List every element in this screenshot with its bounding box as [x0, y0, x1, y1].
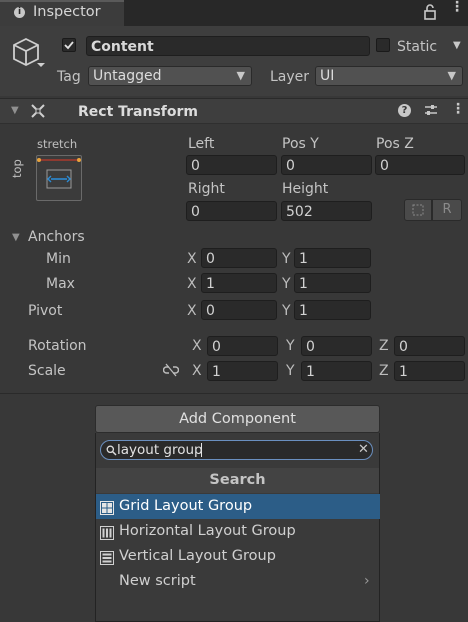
list-item-label: Horizontal Layout Group [119, 523, 296, 539]
foldout-arrow-icon[interactable]: ▼ [11, 105, 19, 116]
pivot-y-label: Y [282, 303, 291, 319]
component-menu-icon[interactable]: ⋮ [451, 101, 465, 117]
layer-label: Layer [270, 69, 310, 85]
horizontal-layout-icon [100, 524, 114, 540]
pos-y-field[interactable]: 0 [281, 155, 372, 175]
static-checkbox[interactable] [376, 38, 390, 52]
left-field[interactable]: 0 [186, 155, 277, 175]
rotation-x-field[interactable]: 0 [207, 336, 278, 356]
chevron-down-icon: ▼ [447, 69, 456, 82]
rotation-z-field[interactable]: 0 [394, 336, 465, 356]
scale-x-field[interactable]: 1 [207, 361, 278, 381]
height-field[interactable]: 502 [281, 201, 372, 221]
presets-icon[interactable] [424, 103, 438, 121]
kebab-menu-icon[interactable]: ⋮ [450, 0, 464, 14]
chevron-down-icon: ▼ [236, 69, 245, 82]
search-icon [106, 444, 117, 460]
list-item-vertical-layout-group[interactable]: Vertical Layout Group [96, 544, 380, 569]
vertical-layout-icon [100, 549, 114, 565]
height-label: Height [282, 181, 329, 197]
component-title: Rect Transform [78, 104, 199, 120]
scale-label: Scale [28, 363, 66, 379]
scale-y-field[interactable]: 1 [301, 361, 372, 381]
left-label: Left [188, 136, 215, 152]
anchors-max-x-field[interactable]: 1 [201, 273, 277, 293]
list-item-label: Vertical Layout Group [119, 548, 276, 564]
info-icon: i [14, 7, 25, 18]
anchors-min-y-label: Y [282, 251, 291, 267]
right-label: Right [188, 181, 225, 197]
search-text: layout group [117, 442, 203, 458]
list-item-new-script[interactable]: New script › [96, 569, 380, 594]
rotation-label: Rotation [28, 338, 87, 354]
inspector-tab[interactable]: i Inspector [0, 0, 124, 26]
anchor-preset-v-label: top [10, 159, 24, 178]
add-component-button[interactable]: Add Component [95, 405, 380, 433]
layer-value: UI [320, 68, 335, 84]
scale-x-label: X [192, 363, 202, 379]
anchors-min-x-field[interactable]: 0 [201, 248, 277, 268]
list-item-label: New script [119, 573, 196, 589]
pivot-y-field[interactable]: 1 [294, 300, 371, 320]
rotation-z-label: Z [379, 338, 389, 354]
scale-z-label: Z [379, 363, 389, 379]
rotation-x-label: X [192, 338, 202, 354]
static-dropdown-arrow-icon[interactable]: ▼ [453, 40, 461, 51]
anchors-min-x-label: X [187, 251, 197, 267]
rect-transform-icon [30, 103, 46, 123]
anchors-label[interactable]: Anchors [28, 228, 85, 246]
list-item-horizontal-layout-group[interactable]: Horizontal Layout Group [96, 519, 380, 544]
anchors-min-y-field[interactable]: 1 [294, 248, 371, 268]
help-icon[interactable]: ? [398, 104, 411, 117]
anchor-preset-button[interactable] [36, 155, 82, 201]
search-header: Search [96, 468, 379, 493]
rotation-y-field[interactable]: 0 [301, 336, 372, 356]
component-search-field[interactable]: layout group ✕ [100, 440, 373, 460]
blueprint-mode-button[interactable] [404, 199, 432, 221]
pos-y-label: Pos Y [282, 136, 319, 152]
lock-icon[interactable] [423, 4, 437, 24]
right-field[interactable]: 0 [186, 201, 277, 221]
anchors-max-y-field[interactable]: 1 [294, 273, 371, 293]
anchor-preset-h-label: stretch [37, 137, 78, 151]
anchors-max-y-label: Y [282, 276, 291, 292]
grid-layout-icon [100, 499, 114, 515]
list-item-label: Grid Layout Group [119, 498, 253, 514]
object-name-field[interactable]: Content [86, 36, 370, 56]
clear-search-icon[interactable]: ✕ [358, 441, 369, 459]
link-icon[interactable] [162, 363, 180, 381]
gameobject-icon[interactable] [12, 37, 46, 73]
chevron-right-icon: › [364, 573, 370, 589]
layer-dropdown[interactable]: UI ▼ [315, 66, 463, 86]
scale-z-field[interactable]: 1 [394, 361, 465, 381]
tab-label: Inspector [33, 4, 101, 20]
search-cursor [201, 443, 202, 457]
raw-edit-button[interactable]: R [432, 199, 462, 221]
rotation-y-label: Y [286, 338, 295, 354]
anchors-max-x-label: X [187, 276, 197, 292]
pivot-label: Pivot [28, 303, 63, 319]
pivot-x-field[interactable]: 0 [201, 300, 277, 320]
tag-value: Untagged [93, 68, 162, 84]
section-divider [0, 393, 468, 394]
anchors-max-label: Max [46, 276, 75, 292]
anchors-foldout-icon[interactable]: ▼ [12, 232, 20, 243]
anchors-min-label: Min [46, 251, 71, 267]
active-checkbox[interactable] [62, 38, 76, 52]
list-item-grid-layout-group[interactable]: Grid Layout Group [96, 494, 380, 519]
static-label: Static [397, 39, 438, 55]
tag-label: Tag [57, 69, 81, 85]
scale-y-label: Y [286, 363, 295, 379]
pos-z-field[interactable]: 0 [375, 155, 465, 175]
pivot-x-label: X [187, 303, 197, 319]
pos-z-label: Pos Z [376, 136, 414, 152]
tag-dropdown[interactable]: Untagged ▼ [88, 66, 252, 86]
